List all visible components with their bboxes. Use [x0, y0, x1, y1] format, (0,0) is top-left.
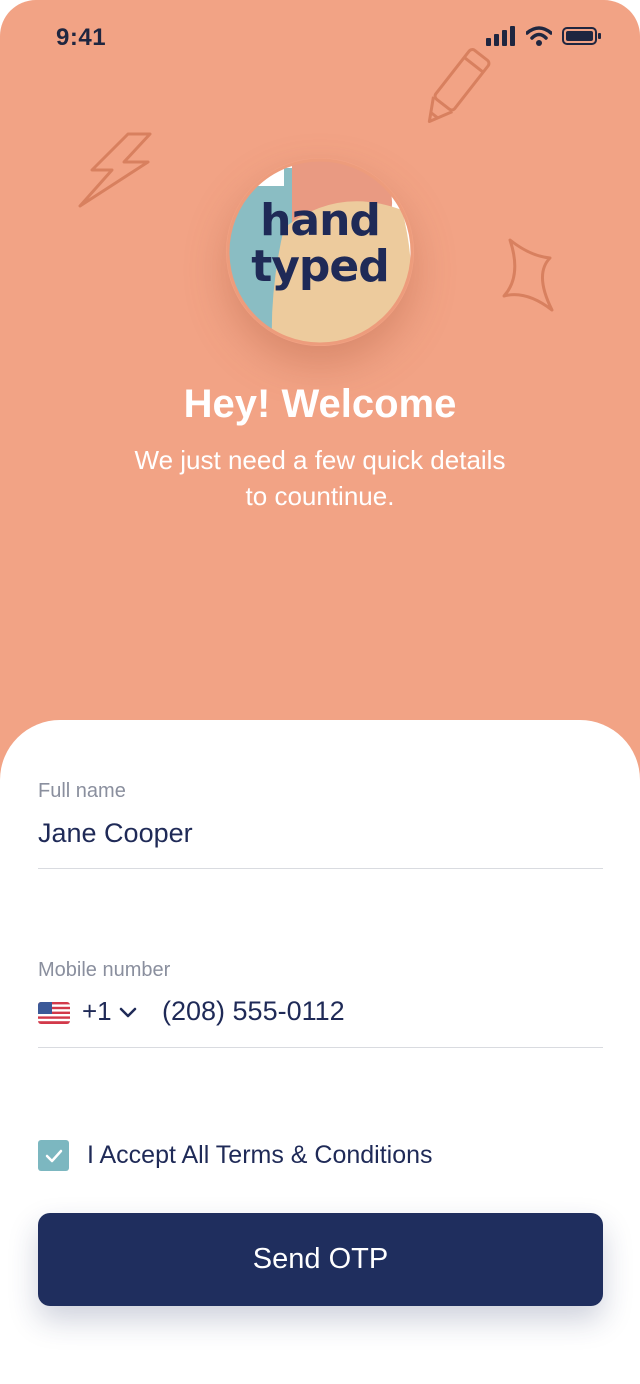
status-bar: 9:41 — [0, 0, 640, 80]
send-otp-button[interactable]: Send OTP — [38, 1213, 603, 1306]
logo-line-2: typed — [251, 241, 390, 292]
wifi-icon — [526, 26, 552, 46]
mobile-number-input[interactable]: (208) 555-0112 — [162, 996, 345, 1027]
mobile-number-underline — [38, 1047, 603, 1048]
terms-row: I Accept All Terms & Conditions — [38, 1140, 433, 1171]
chevron-down-icon — [119, 1007, 136, 1017]
check-icon — [45, 1149, 62, 1162]
status-time: 9:41 — [56, 24, 107, 51]
pencil-doodle-icon — [427, 48, 491, 124]
hero-section: 9:41 hand typed Hey! Welcome We just nee… — [0, 0, 640, 780]
welcome-subtitle-line-2: to countinue. — [245, 481, 395, 511]
welcome-subtitle-line-1: We just need a few quick details — [134, 445, 506, 475]
full-name-underline — [38, 868, 603, 869]
app-logo: hand typed — [226, 158, 414, 346]
us-flag-icon[interactable] — [38, 1002, 70, 1024]
lightning-doodle-icon — [78, 132, 152, 208]
country-code: +1 — [82, 996, 112, 1026]
sparkle-doodle-icon — [502, 238, 554, 312]
terms-label[interactable]: I Accept All Terms & Conditions — [87, 1141, 433, 1170]
logo-line-1: hand — [260, 195, 381, 246]
terms-checkbox[interactable] — [38, 1140, 69, 1171]
welcome-subtitle: We just need a few quick details to coun… — [100, 442, 540, 514]
phone-screen: 9:41 hand typed Hey! Welcome We just nee… — [0, 0, 640, 1384]
logo-text: hand typed — [226, 198, 414, 290]
battery-icon — [562, 27, 601, 45]
full-name-label: Full name — [38, 780, 126, 802]
welcome-title: Hey! Welcome — [183, 382, 457, 426]
mobile-number-label: Mobile number — [38, 959, 171, 981]
status-icons — [486, 26, 602, 46]
full-name-input[interactable]: Jane Cooper — [38, 818, 193, 849]
country-code-selector[interactable]: +1 — [82, 996, 138, 1027]
